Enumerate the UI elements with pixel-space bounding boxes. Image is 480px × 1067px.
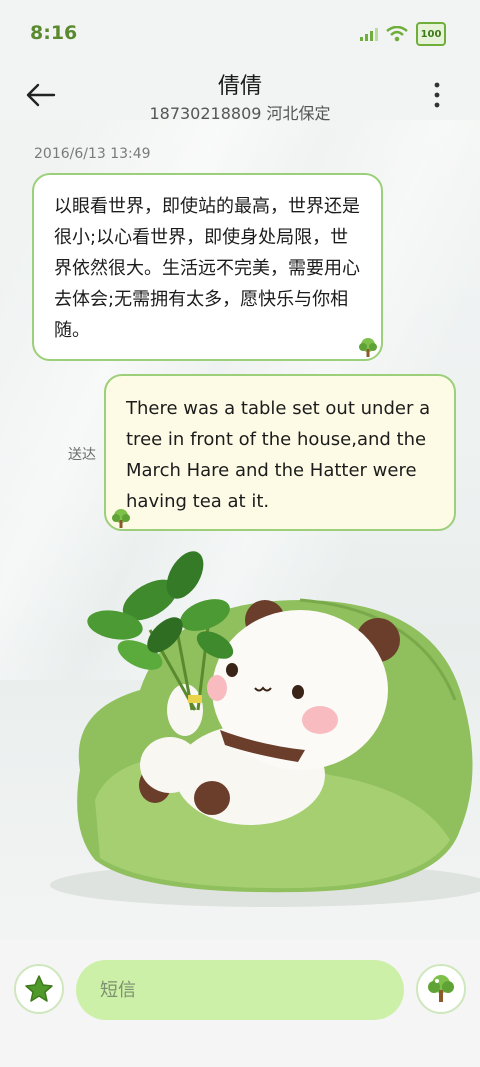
contact-detail: 18730218809 河北保定 bbox=[149, 104, 331, 123]
message-timestamp: 2016/6/13 13:49 bbox=[34, 146, 151, 162]
sticker-button[interactable] bbox=[14, 964, 64, 1014]
contact-name: 倩倩 bbox=[217, 74, 262, 99]
send-button[interactable] bbox=[416, 964, 466, 1014]
delivery-status: 送达 bbox=[68, 447, 96, 463]
status-icons: 100 bbox=[360, 22, 446, 46]
outgoing-message-text: There was a table set out under a tree i… bbox=[126, 398, 431, 512]
tree-sticker-icon bbox=[359, 338, 377, 357]
wifi-icon bbox=[386, 26, 408, 42]
composer-bar bbox=[0, 940, 480, 1067]
tree-sticker-icon bbox=[112, 509, 130, 528]
incoming-message-text: 以眼看世界，即使站的最高，世界还是很小;以心看世界，即使身处局限，世界依然很大。… bbox=[54, 196, 360, 341]
panda-beanbag-wallpaper bbox=[50, 551, 480, 907]
status-time: 8:16 bbox=[30, 22, 78, 44]
more-options-icon[interactable] bbox=[430, 80, 444, 110]
status-bar: 8:16 100 bbox=[0, 0, 480, 64]
sms-input[interactable] bbox=[76, 960, 404, 1020]
incoming-message-bubble[interactable]: 以眼看世界，即使站的最高，世界还是很小;以心看世界，即使身处局限，世界依然很大。… bbox=[32, 173, 383, 361]
tree-send-icon bbox=[428, 975, 454, 1002]
outgoing-message-bubble[interactable]: There was a table set out under a tree i… bbox=[104, 374, 456, 531]
conversation-header: 倩倩 18730218809 河北保定 bbox=[0, 64, 480, 134]
star-icon bbox=[25, 975, 53, 1002]
battery-icon: 100 bbox=[416, 22, 446, 46]
signal-icon bbox=[360, 28, 378, 41]
